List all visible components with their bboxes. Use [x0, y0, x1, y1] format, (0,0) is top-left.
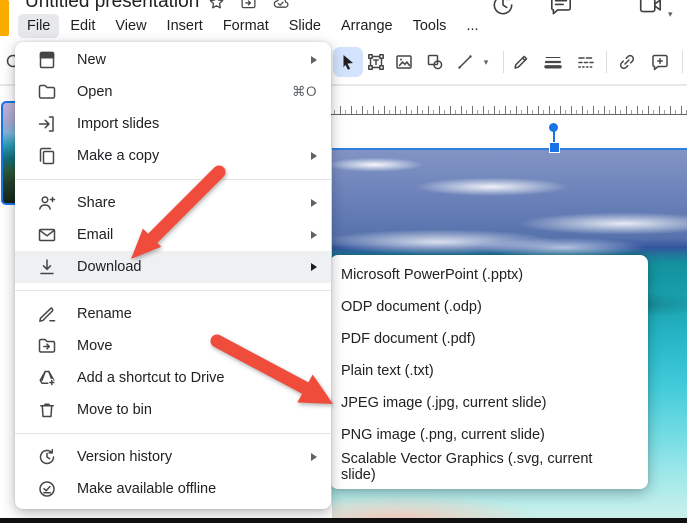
file-menu-item-version-history[interactable]: Version history — [15, 441, 331, 473]
border-weight-icon[interactable] — [540, 49, 566, 75]
file-menu-item-rename[interactable]: Rename — [15, 298, 331, 330]
file-menu-item-open[interactable]: Open ⌘O — [15, 76, 331, 108]
text-box-icon[interactable] — [363, 49, 389, 75]
version-history-icon[interactable] — [490, 0, 516, 18]
star-icon[interactable] — [208, 0, 225, 11]
document-title[interactable]: Untitled presentation — [25, 0, 199, 13]
meet-dropdown-caret-icon[interactable]: ▾ — [668, 4, 673, 22]
document-status-cloud-icon[interactable] — [272, 0, 289, 11]
trash-icon — [37, 400, 57, 420]
comments-icon[interactable] — [548, 0, 574, 18]
border-dash-icon[interactable] — [573, 49, 599, 75]
menu-arrange[interactable]: Arrange — [332, 14, 402, 38]
menu-format[interactable]: Format — [214, 14, 278, 38]
selection-border-top — [332, 148, 687, 150]
toolbar-separator — [606, 51, 607, 73]
add-comment-icon[interactable] — [647, 49, 673, 75]
menu-tools[interactable]: Tools — [404, 14, 456, 38]
drive-shortcut-icon — [37, 368, 57, 388]
resize-handle-top[interactable] — [549, 142, 560, 153]
file-menu-item-move[interactable]: Move — [15, 330, 331, 362]
file-menu-item-move-to-bin[interactable]: Move to bin — [15, 394, 331, 426]
insert-link-icon[interactable] — [614, 49, 640, 75]
insert-line-icon[interactable] — [452, 49, 478, 75]
slides-logo-icon[interactable] — [0, 0, 9, 36]
file-menu-item-make-a-copy[interactable]: Make a copy — [15, 140, 331, 172]
file-menu-item-email[interactable]: Email — [15, 219, 331, 251]
submenu-arrow-icon — [311, 453, 317, 461]
submenu-item-png[interactable]: PNG image (.png, current slide) — [330, 419, 648, 451]
insert-shape-icon[interactable] — [422, 49, 448, 75]
menu-separator — [15, 433, 331, 434]
download-icon — [37, 257, 57, 277]
submenu-item-odp[interactable]: ODP document (.odp) — [330, 291, 648, 323]
line-dropdown-caret-icon[interactable]: ▾ — [480, 49, 492, 75]
import-slides-icon — [37, 114, 57, 134]
file-menu-item-download[interactable]: Download — [15, 251, 331, 283]
file-menu-item-new[interactable]: New — [15, 44, 331, 76]
keyboard-shortcut: ⌘O — [292, 84, 317, 100]
submenu-arrow-icon — [311, 231, 317, 239]
toolbar-separator — [682, 51, 683, 73]
move-folder-icon — [37, 336, 57, 356]
menu-file[interactable]: File — [18, 14, 59, 38]
submenu-item-txt[interactable]: Plain text (.txt) — [330, 355, 648, 387]
submenu-arrow-icon — [311, 199, 317, 207]
offline-pin-icon — [37, 479, 57, 499]
app-header: Untitled presentation ▾ File Edit View I… — [0, 0, 687, 40]
open-folder-icon — [37, 82, 57, 102]
menu-overflow[interactable]: ... — [457, 14, 487, 38]
submenu-arrow-icon — [311, 263, 317, 271]
meet-camera-icon[interactable] — [638, 0, 664, 18]
insert-image-icon[interactable] — [391, 49, 417, 75]
share-person-add-icon — [37, 193, 57, 213]
menu-edit[interactable]: Edit — [61, 14, 104, 38]
file-menu-item-add-shortcut-to-drive[interactable]: Add a shortcut to Drive — [15, 362, 331, 394]
file-menu-item-import-slides[interactable]: Import slides — [15, 108, 331, 140]
google-slides-window: ▾ Untitled presentation — [0, 0, 687, 523]
menu-view[interactable]: View — [106, 14, 155, 38]
menu-separator — [15, 179, 331, 180]
submenu-item-jpeg[interactable]: JPEG image (.jpg, current slide) — [330, 387, 648, 419]
menu-separator — [15, 290, 331, 291]
move-to-folder-icon[interactable] — [240, 0, 257, 11]
submenu-item-svg[interactable]: Scalable Vector Graphics (.svg, current … — [330, 451, 648, 483]
toolbar-separator — [503, 51, 504, 73]
rotate-handle-stem — [553, 131, 555, 142]
email-envelope-icon — [37, 225, 57, 245]
download-submenu: Microsoft PowerPoint (.pptx) ODP documen… — [330, 255, 648, 489]
file-menu-item-make-available-offline[interactable]: Make available offline — [15, 473, 331, 505]
screenshot-bottom-edge — [0, 518, 687, 523]
submenu-item-pdf[interactable]: PDF document (.pdf) — [330, 323, 648, 355]
copy-icon — [37, 146, 57, 166]
select-cursor-icon[interactable] — [333, 47, 363, 77]
submenu-arrow-icon — [311, 152, 317, 160]
submenu-arrow-icon — [311, 56, 317, 64]
menu-slide[interactable]: Slide — [280, 14, 330, 38]
menu-bar: File Edit View Insert Format Slide Arran… — [18, 14, 488, 38]
menu-insert[interactable]: Insert — [158, 14, 212, 38]
new-document-icon — [37, 50, 57, 70]
submenu-item-pptx[interactable]: Microsoft PowerPoint (.pptx) — [330, 259, 648, 291]
version-history-icon — [37, 447, 57, 467]
file-menu-item-share[interactable]: Share — [15, 187, 331, 219]
border-color-icon[interactable] — [508, 49, 534, 75]
rename-pencil-icon — [37, 304, 57, 324]
horizontal-ruler — [316, 99, 687, 115]
file-menu: New Open ⌘O Import slides Make a copy Sh… — [15, 42, 331, 509]
